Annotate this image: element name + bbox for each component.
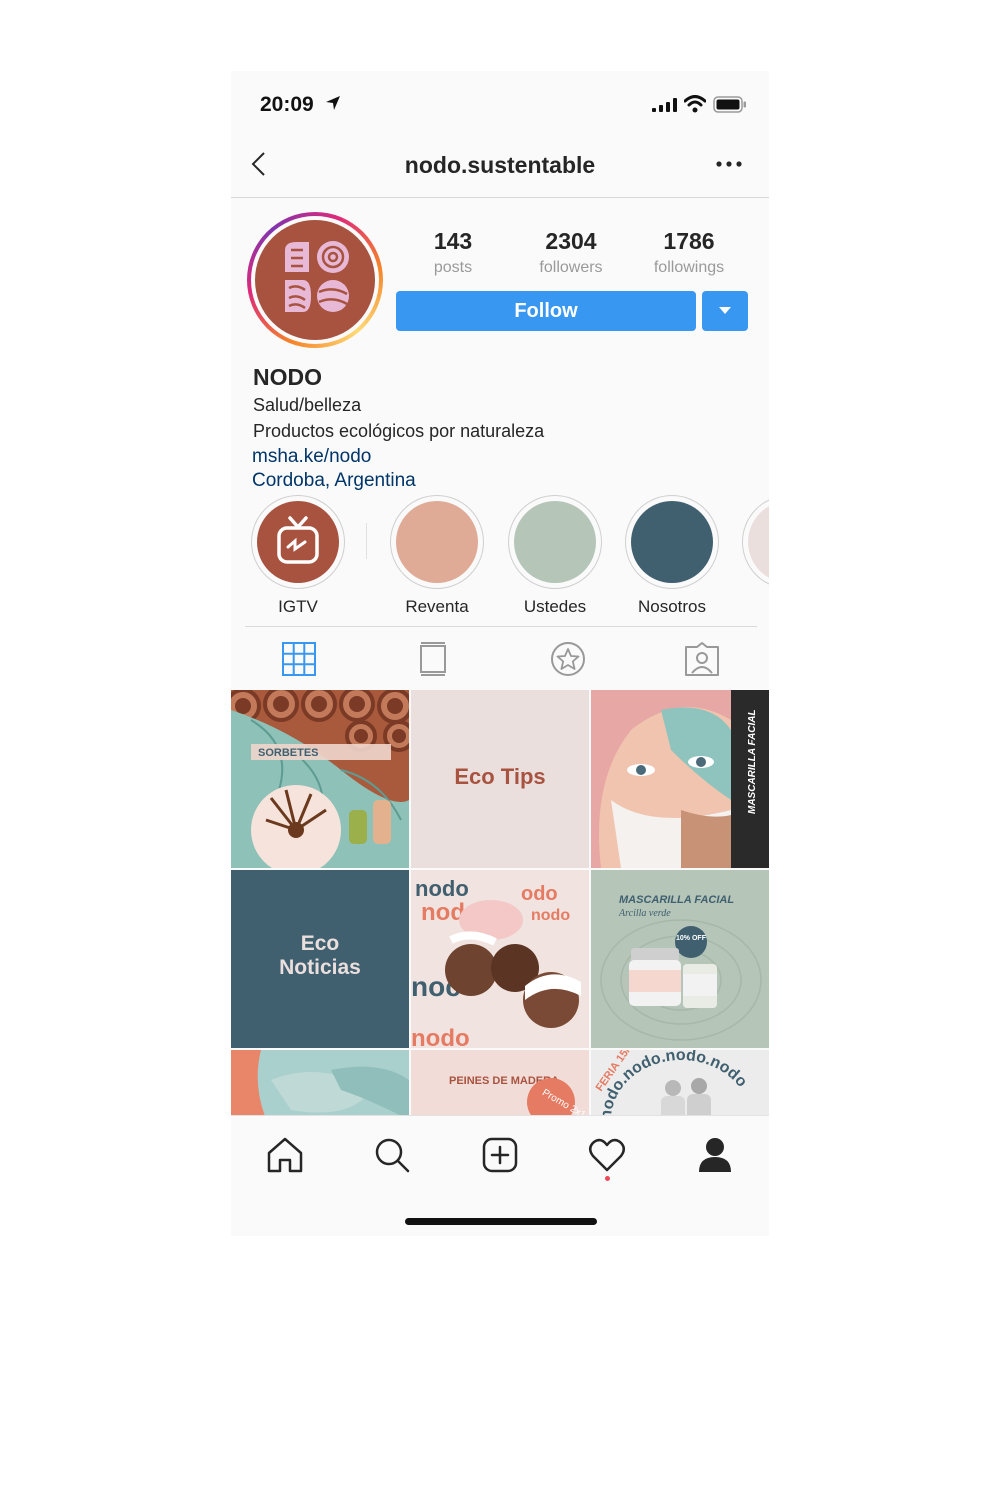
post-clay-texture[interactable] [231,1050,409,1115]
nodo-collage-image: nodo nodo odo nodo noc nodo [411,870,589,1048]
profile-category: Salud/belleza [253,395,362,415]
highlight-label: IGTV [278,597,318,616]
highlight-ustedes[interactable]: Ustedes [508,495,602,617]
signal-icon [652,98,677,112]
stat-posts-value: 143 [433,228,473,254]
home-indicator [405,1218,597,1225]
highlight-igtv[interactable]: IGTV [251,495,345,617]
product-jar-image: MASCARILLA FACIAL Arcilla verde 10% OFF [591,870,769,1048]
post-caption: Eco Noticias [279,932,361,979]
post-eco-tips[interactable]: Eco Tips [411,690,589,868]
highlight-divider [366,523,367,559]
peines-image: PEINES DE MADERA Promo 2x1 [411,1050,589,1115]
new-post-icon[interactable] [481,1136,519,1174]
phone-screen: 20:09 nodo.sustentable 143 posts 2304 fo… [231,71,769,1236]
face-mask-image: MASCARILLA FACIAL [591,690,769,868]
post-mascarilla-product[interactable]: MASCARILLA FACIAL Arcilla verde 10% OFF [591,870,769,1048]
post-subtitle: Arcilla verde [618,908,671,919]
igtv-icon [277,516,319,564]
stat-followers-label: followers [539,259,603,276]
post-badge: 10% OFF [676,935,707,942]
nodo-logo-icon [285,241,349,312]
home-icon[interactable] [266,1136,304,1174]
posts-grid: SORBETES Eco Tips MASCARILLA FACIAL Eco [231,690,769,1115]
profile-location[interactable]: Cordoba, Argentina [252,470,416,492]
chevron-down-icon [719,307,731,314]
more-options-icon[interactable] [716,159,742,169]
sorbetes-image: SORBETES [231,690,409,868]
stat-followers[interactable]: 2304 followers [516,228,626,277]
post-title: MASCARILLA FACIAL [619,894,734,906]
post-caption: Eco Tips [454,764,546,789]
status-time: 20:09 [260,93,314,116]
location-arrow-icon [326,96,340,110]
profile-tabs [245,626,757,690]
feria-image: nodo.nodo.nodo.nodo FERIA 15/5 [591,1050,769,1115]
activity-icon[interactable] [588,1136,626,1174]
stat-posts[interactable]: 143 posts [398,228,508,277]
post-feria[interactable]: nodo.nodo.nodo.nodo FERIA 15/5 [591,1050,769,1115]
stat-followings-value: 1786 [663,228,715,254]
suggested-accounts-button[interactable] [702,291,748,331]
highlight-label: Nosotros [637,597,707,616]
post-caption: MASCARILLA FACIAL [747,709,758,814]
battery-icon [713,96,746,113]
profile-icon[interactable] [696,1136,734,1174]
grid-icon[interactable] [281,641,317,677]
stat-followers-value: 2304 [545,228,597,254]
svg-text:odo: odo [521,883,558,905]
profile-header: nodo.sustentable [231,141,769,198]
feed-icon[interactable] [415,641,451,677]
star-icon[interactable] [550,641,586,677]
highlight-partial[interactable] [742,495,769,589]
story-ring[interactable] [247,212,383,348]
profile-username: nodo.sustentable [404,152,596,178]
avatar [255,220,375,340]
post-caption: nodo [415,876,469,901]
follow-button[interactable]: Follow [396,291,696,331]
profile-description: Productos ecológicos por naturaleza [253,421,545,441]
post-caption: SORBETES [258,747,319,759]
highlight-label: Ustedes [523,597,587,616]
profile-name: NODO [253,364,322,390]
highlight-reventa[interactable]: Reventa [390,495,484,617]
tagged-icon[interactable] [684,641,720,677]
svg-text:nodo: nodo [531,907,570,924]
post-mascarilla-photo[interactable]: MASCARILLA FACIAL [591,690,769,868]
status-bar: 20:09 [231,71,769,141]
profile-link[interactable]: msha.ke/nodo [252,446,371,468]
bottom-nav [231,1115,769,1236]
stat-posts-label: posts [433,259,473,276]
clay-texture-image [231,1050,409,1115]
highlight-label: Reventa [405,597,469,616]
notification-dot [605,1176,610,1181]
post-eco-noticias[interactable]: Eco Noticias [231,870,409,1048]
post-peines[interactable]: PEINES DE MADERA Promo 2x1 [411,1050,589,1115]
post-sorbetes[interactable]: SORBETES [231,690,409,868]
svg-text:nodo: nodo [411,1025,470,1048]
wifi-icon [684,95,706,113]
highlight-nosotros[interactable]: Nosotros [625,495,719,617]
stat-followings[interactable]: 1786 followings [634,228,744,277]
search-icon[interactable] [373,1136,411,1174]
post-nodo-collage[interactable]: nodo nodo odo nodo noc nodo [411,870,589,1048]
stat-followings-label: followings [653,259,725,276]
